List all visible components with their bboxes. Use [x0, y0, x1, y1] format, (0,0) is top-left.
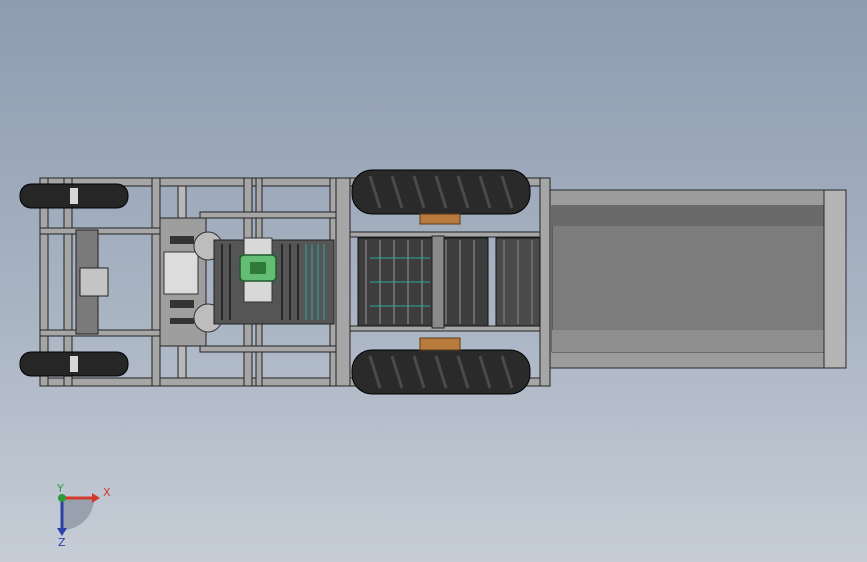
- gearbox[interactable]: [159, 217, 223, 347]
- front-wheel-top[interactable]: [19, 183, 129, 209]
- rear-wheel-top[interactable]: [351, 169, 531, 225]
- z-axis-label: Z: [58, 536, 66, 549]
- picking-roller-assembly[interactable]: [213, 237, 335, 325]
- rear-wheel-bottom[interactable]: [351, 337, 531, 395]
- axis-triad: X Y Z: [48, 480, 118, 550]
- y-axis-label: Y: [56, 482, 64, 495]
- z-axis-arrowhead: [57, 528, 67, 536]
- cad-graphics-area[interactable]: X Y Z: [0, 0, 867, 562]
- control-module[interactable]: [239, 254, 277, 282]
- front-wheel-bottom[interactable]: [19, 351, 129, 377]
- x-axis-arrowhead: [92, 493, 100, 503]
- collection-bin[interactable]: [547, 189, 847, 369]
- separator-drum-assembly[interactable]: [357, 235, 541, 329]
- triad-plane: [62, 498, 94, 530]
- harvester-assembly-model[interactable]: [0, 0, 867, 562]
- y-axis-dot: [58, 494, 66, 502]
- x-axis-label: X: [103, 486, 111, 499]
